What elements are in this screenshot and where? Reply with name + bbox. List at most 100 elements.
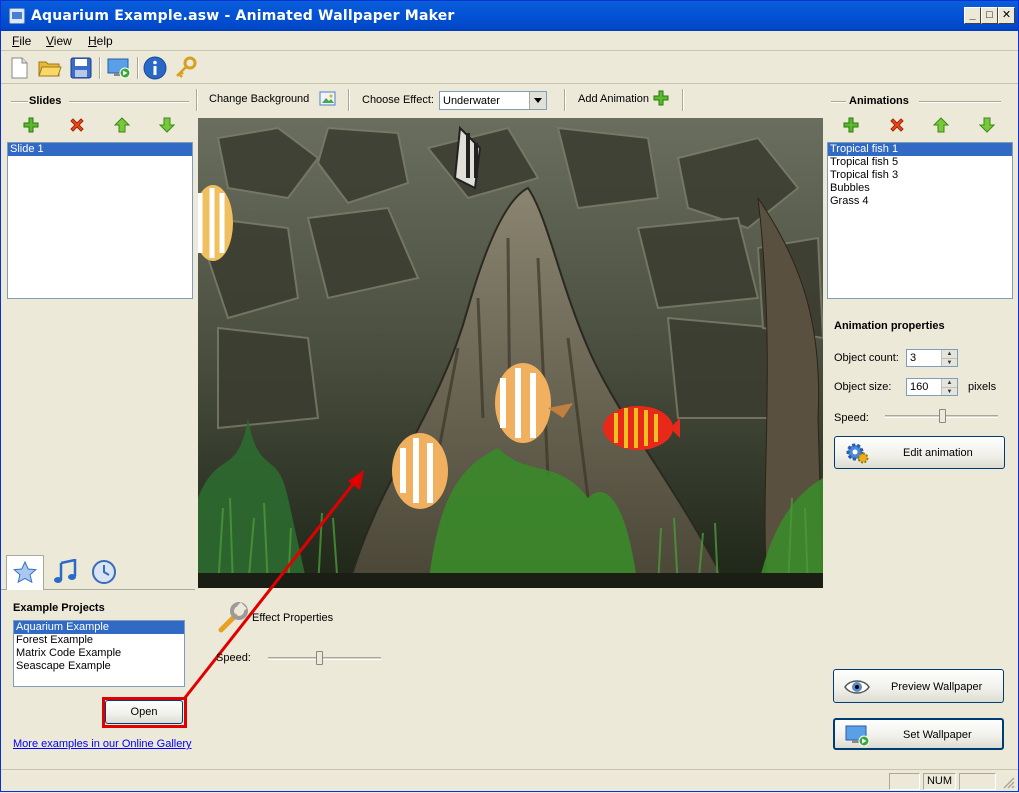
new-file-icon[interactable]	[7, 56, 31, 80]
resize-grip-icon[interactable]	[1002, 776, 1016, 790]
choose-effect-label: Choose Effect:	[362, 94, 434, 106]
online-gallery-link[interactable]: More examples in our Online Gallery	[13, 738, 192, 750]
stepper-down-icon[interactable]: ▼	[941, 387, 957, 395]
move-slide-down-button[interactable]	[157, 115, 177, 135]
tab-music[interactable]	[46, 555, 84, 589]
move-animation-up-button[interactable]	[931, 115, 951, 135]
maximize-button[interactable]: □	[981, 7, 998, 24]
effect-dropdown[interactable]: Underwater	[439, 91, 547, 110]
delete-slide-button[interactable]	[67, 115, 87, 135]
list-item[interactable]: Slide 1	[8, 143, 192, 156]
preview-wallpaper-button[interactable]: Preview Wallpaper	[833, 669, 1004, 703]
menu-bar: File View Help	[1, 31, 1018, 51]
divider	[831, 101, 846, 103]
toolbar-separator	[682, 89, 684, 111]
stepper-up-icon[interactable]: ▲	[941, 379, 957, 387]
list-item[interactable]: Matrix Code Example	[14, 647, 184, 660]
list-item[interactable]: Grass 4	[828, 195, 1012, 208]
example-projects-list[interactable]: Aquarium Example Forest Example Matrix Cod…	[13, 620, 185, 687]
stepper-down-icon[interactable]: ▼	[941, 358, 957, 366]
eye-icon	[844, 680, 870, 694]
clock-icon	[92, 560, 116, 584]
app-icon	[9, 8, 25, 24]
animation-speed-label: Speed:	[834, 412, 869, 424]
wrench-icon	[217, 602, 249, 634]
slides-list[interactable]: Slide 1	[7, 142, 193, 299]
toolbar-separator	[564, 89, 566, 111]
menu-file[interactable]: File	[12, 34, 31, 48]
save-icon[interactable]	[69, 56, 93, 80]
minimize-button[interactable]: _	[964, 7, 981, 24]
toolbar-separator	[196, 89, 198, 111]
slides-header: Slides	[29, 95, 62, 107]
wallpaper-preview-canvas[interactable]	[198, 118, 823, 588]
preview-monitor-icon[interactable]	[107, 56, 131, 80]
toolbar-separator	[137, 57, 139, 79]
move-slide-up-button[interactable]	[112, 115, 132, 135]
object-count-stepper[interactable]: 3 ▲ ▼	[906, 349, 958, 367]
add-slide-button[interactable]	[21, 115, 41, 135]
object-count-label: Object count:	[834, 352, 899, 364]
effect-dropdown-value: Underwater	[443, 95, 500, 107]
animation-properties-header: Animation properties	[834, 320, 945, 332]
star-icon	[12, 560, 38, 584]
effect-speed-track	[268, 657, 381, 660]
close-button[interactable]: ✕	[998, 7, 1015, 24]
change-background-button[interactable]: Change Background	[209, 93, 309, 105]
toolbar-separator	[99, 57, 101, 79]
gears-icon	[846, 443, 869, 464]
list-item[interactable]: Seascape Example	[14, 660, 184, 673]
tab-examples[interactable]	[6, 555, 44, 590]
window-title: Aquarium Example.asw - Animated Wallpape…	[31, 8, 455, 24]
object-size-label: Object size:	[834, 381, 892, 393]
effect-speed-slider[interactable]	[315, 651, 323, 665]
menu-help[interactable]: Help	[88, 34, 113, 48]
divider	[69, 101, 189, 103]
list-item[interactable]: Tropical fish 3	[828, 169, 1012, 182]
aquarium-scene	[198, 118, 823, 588]
menu-view[interactable]: View	[46, 34, 72, 48]
delete-animation-button[interactable]	[887, 115, 907, 135]
monitor-icon	[845, 725, 870, 747]
effect-properties-title: Effect Properties	[252, 612, 334, 624]
plus-icon[interactable]	[653, 90, 671, 108]
app-window: Aquarium Example.asw - Animated Wallpape…	[0, 0, 1019, 792]
object-size-value: 160	[910, 381, 929, 393]
chevron-down-icon[interactable]	[529, 92, 546, 109]
image-icon[interactable]	[319, 90, 337, 108]
edit-animation-button[interactable]: Edit animation	[834, 436, 1005, 469]
info-icon[interactable]	[143, 56, 167, 80]
animations-list[interactable]: Tropical fish 1 Tropical fish 5 Tropical f…	[827, 142, 1013, 299]
open-folder-icon[interactable]	[38, 56, 62, 80]
list-item[interactable]: Tropical fish 1	[828, 143, 1012, 156]
set-wallpaper-button[interactable]: Set Wallpaper	[833, 718, 1004, 750]
stepper-up-icon[interactable]: ▲	[941, 350, 957, 358]
status-bar: NUM	[1, 769, 1018, 791]
status-cell-caps	[889, 773, 920, 790]
main-toolbar	[1, 52, 1018, 84]
list-item[interactable]: Tropical fish 5	[828, 156, 1012, 169]
highlight-box	[102, 697, 187, 728]
divider	[11, 101, 28, 103]
effect-speed-label: Speed:	[216, 652, 251, 664]
add-animation-button[interactable]: Add Animation	[578, 93, 649, 105]
music-note-icon	[54, 559, 77, 583]
tab-schedule[interactable]	[85, 555, 123, 589]
key-icon[interactable]	[174, 56, 198, 80]
animation-speed-slider[interactable]	[938, 409, 946, 423]
status-cell-scroll	[959, 773, 996, 790]
examples-header: Example Projects	[13, 602, 105, 614]
animations-header: Animations	[849, 95, 909, 107]
add-animation-list-button[interactable]	[841, 115, 861, 135]
move-animation-down-button[interactable]	[977, 115, 997, 135]
toolbar-separator	[348, 89, 350, 111]
list-item[interactable]: Aquarium Example	[14, 621, 184, 634]
object-size-unit: pixels	[968, 381, 997, 393]
list-item[interactable]: Forest Example	[14, 634, 184, 647]
divider	[919, 101, 1001, 103]
status-num: NUM	[923, 773, 956, 790]
title-bar: Aquarium Example.asw - Animated Wallpape…	[1, 1, 1018, 31]
object-size-stepper[interactable]: 160 ▲ ▼	[906, 378, 958, 396]
object-count-value: 3	[910, 352, 917, 364]
list-item[interactable]: Bubbles	[828, 182, 1012, 195]
